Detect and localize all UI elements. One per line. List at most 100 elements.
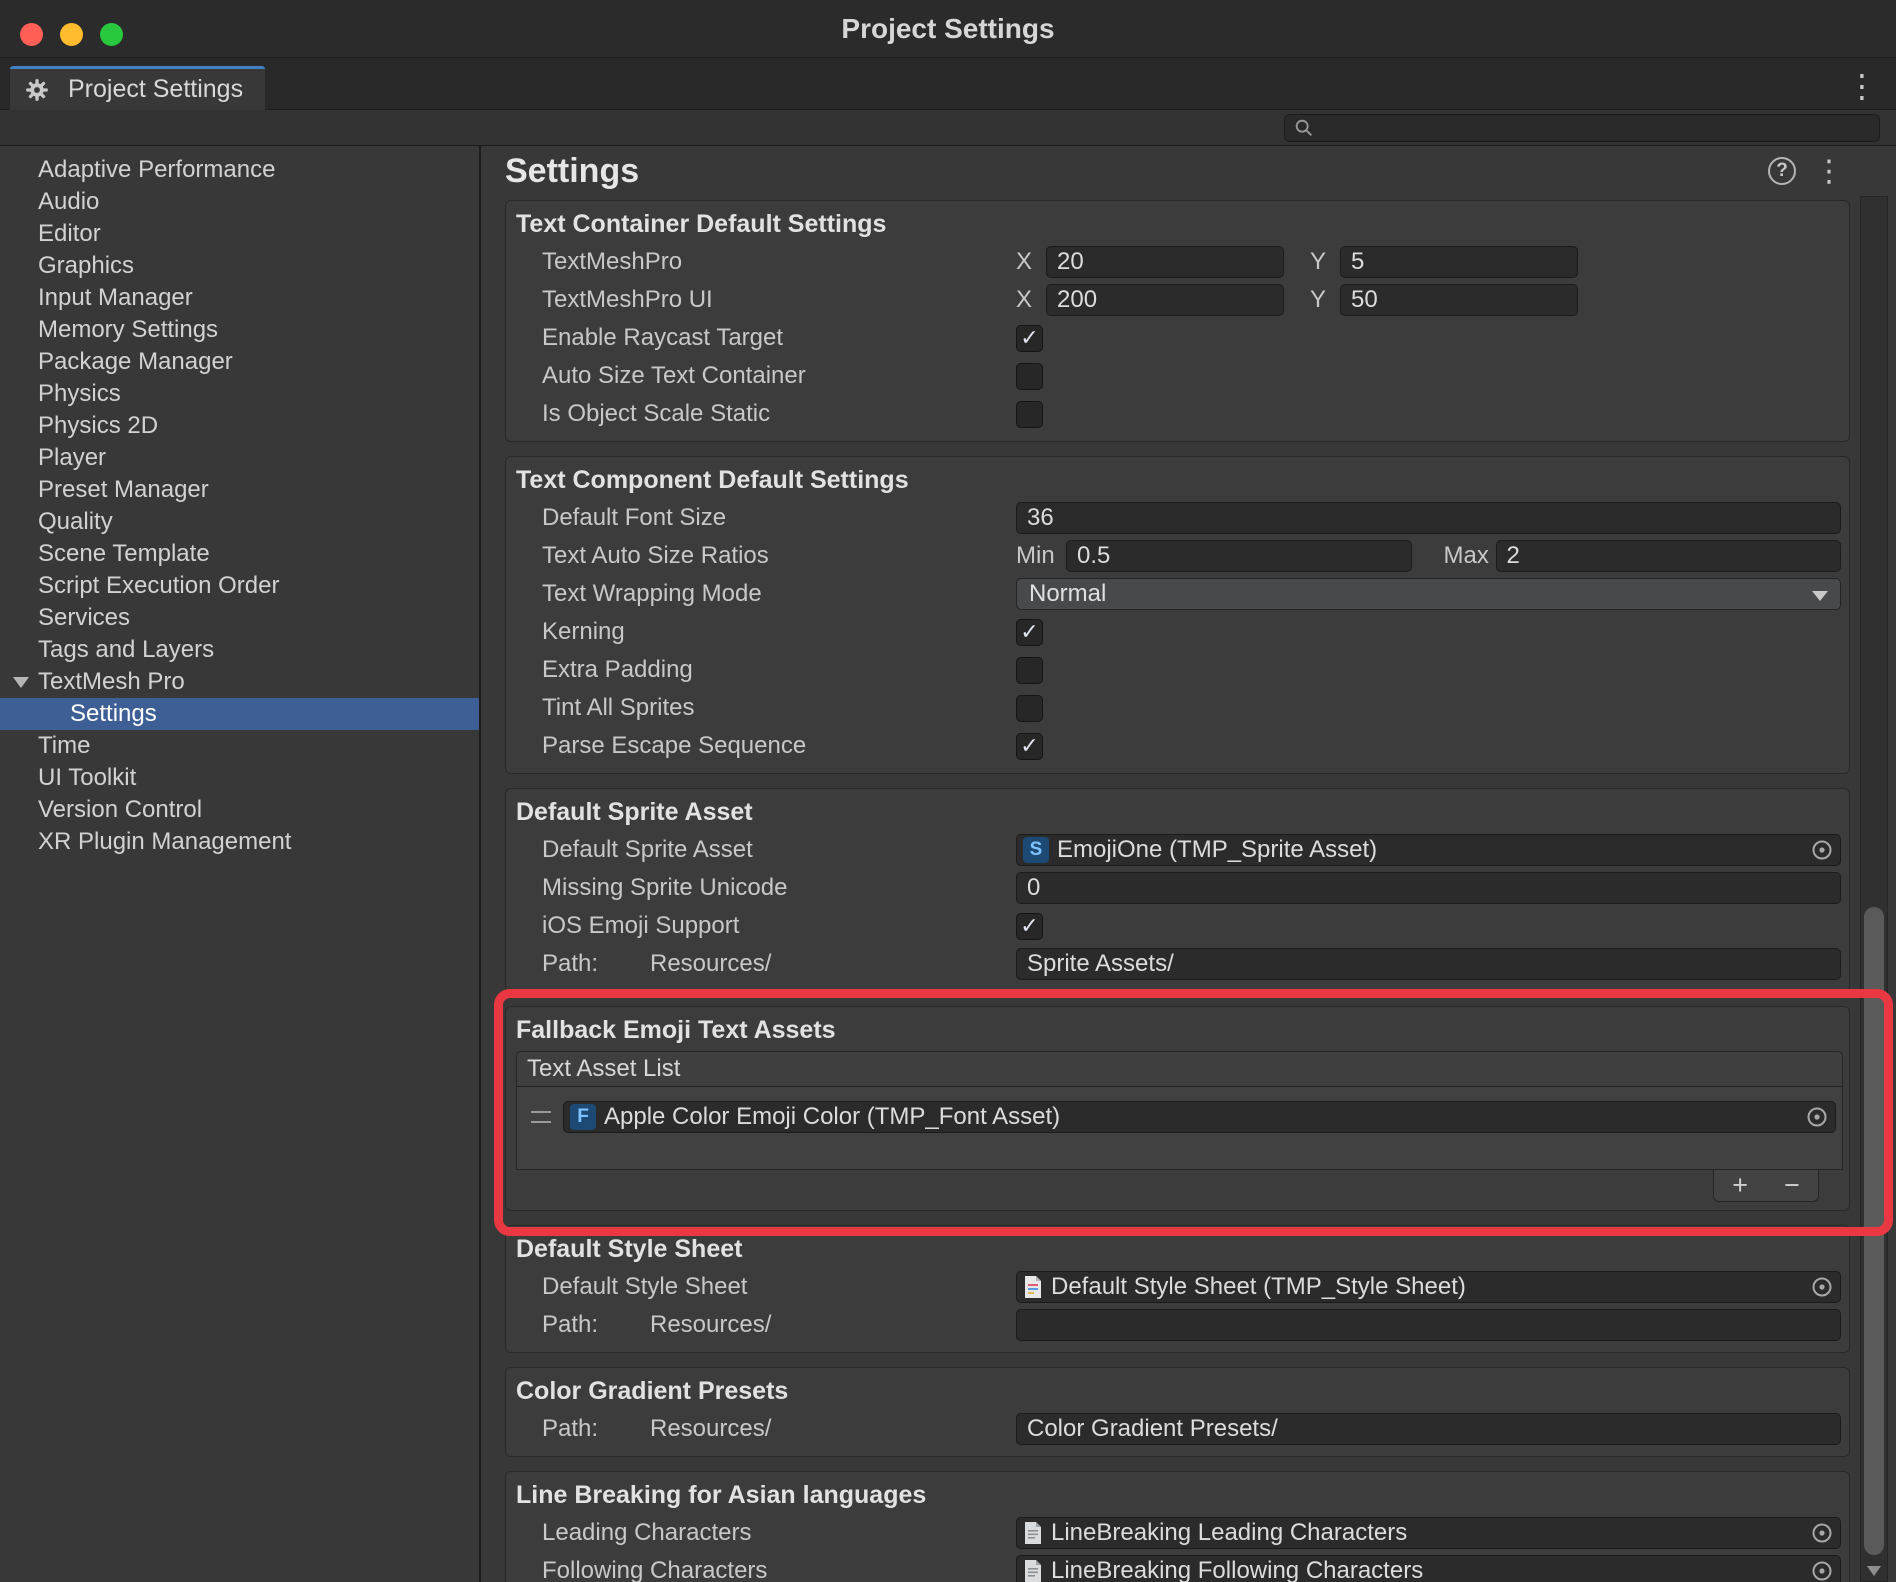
sidebar-item-label: Input Manager: [38, 284, 193, 311]
textmeshpro-x-input[interactable]: 20: [1046, 246, 1284, 278]
kebab-menu-icon[interactable]: ⋮: [1814, 154, 1844, 189]
sidebar-item-player[interactable]: Player: [0, 442, 479, 474]
close-button[interactable]: [20, 23, 43, 46]
list-item[interactable]: F Apple Color Emoji Color (TMP_Font Asse…: [523, 1095, 1836, 1139]
object-field-value: LineBreaking Following Characters: [1051, 1557, 1423, 1582]
resources-label: Resources/: [650, 950, 771, 978]
setting-row-text-auto-size-ratios: Text Auto Size Ratios Min 0.5 Max 2: [506, 537, 1849, 575]
setting-label: Default Style Sheet: [542, 1273, 1016, 1301]
following-characters-field[interactable]: LineBreaking Following Characters: [1016, 1555, 1841, 1582]
sidebar-item-physics-2d[interactable]: Physics 2D: [0, 410, 479, 442]
sidebar-item-services[interactable]: Services: [0, 602, 479, 634]
maximize-button[interactable]: [100, 23, 123, 46]
setting-label: TextMeshPro: [542, 248, 1016, 276]
setting-row-missing-sprite-unicode: Missing Sprite Unicode 0: [506, 869, 1849, 907]
enable-raycast-target-checkbox[interactable]: ✓: [1016, 325, 1043, 352]
ios-emoji-support-checkbox[interactable]: ✓: [1016, 913, 1043, 940]
search-input[interactable]: [1284, 114, 1880, 142]
auto-size-text-container-checkbox[interactable]: [1016, 363, 1043, 390]
auto-size-max-input[interactable]: 2: [1496, 540, 1842, 572]
checkmark-icon: ✓: [1020, 915, 1038, 937]
section-heading: Default Sprite Asset: [506, 793, 1849, 831]
sidebar-item-scene-template[interactable]: Scene Template: [0, 538, 479, 570]
sidebar-item-graphics[interactable]: Graphics: [0, 250, 479, 282]
textmeshpro-ui-x-input[interactable]: 200: [1046, 284, 1284, 316]
object-picker-icon[interactable]: [1797, 1105, 1829, 1129]
checkmark-icon: ✓: [1020, 621, 1038, 643]
textmeshpro-y-input[interactable]: 5: [1340, 246, 1578, 278]
leading-characters-field[interactable]: LineBreaking Leading Characters: [1016, 1517, 1841, 1549]
tab-label: Project Settings: [68, 75, 243, 104]
checkmark-icon: ✓: [1020, 735, 1038, 757]
is-object-scale-static-checkbox[interactable]: [1016, 401, 1043, 428]
sidebar-item-input-manager[interactable]: Input Manager: [0, 282, 479, 314]
setting-label: Kerning: [542, 618, 1016, 646]
sidebar-item-physics[interactable]: Physics: [0, 378, 479, 410]
drag-handle-icon[interactable]: [531, 1111, 551, 1123]
foldout-triangle-icon[interactable]: [13, 677, 29, 688]
tint-all-sprites-checkbox[interactable]: [1016, 695, 1043, 722]
list-header-label: Text Asset List: [527, 1055, 680, 1083]
default-style-sheet-field[interactable]: Default Style Sheet (TMP_Style Sheet): [1016, 1271, 1841, 1303]
object-picker-icon[interactable]: [1802, 1521, 1834, 1545]
setting-row-textmeshpro-ui: TextMeshPro UI X 200 Y 50: [506, 281, 1849, 319]
sidebar-item-label: Settings: [70, 700, 157, 727]
sidebar-item-version-control[interactable]: Version Control: [0, 794, 479, 826]
text-asset-list-header[interactable]: Text Asset List: [516, 1051, 1843, 1087]
fallback-font-asset-field[interactable]: F Apple Color Emoji Color (TMP_Font Asse…: [563, 1101, 1836, 1133]
object-picker-icon[interactable]: [1802, 1275, 1834, 1299]
sidebar-item-tags-and-layers[interactable]: Tags and Layers: [0, 634, 479, 666]
sidebar-item-memory-settings[interactable]: Memory Settings: [0, 314, 479, 346]
sidebar-item-script-execution-order[interactable]: Script Execution Order: [0, 570, 479, 602]
default-font-size-input[interactable]: 36: [1016, 502, 1841, 534]
sidebar-item-label: Graphics: [38, 252, 134, 279]
sidebar-item-ui-toolkit[interactable]: UI Toolkit: [0, 762, 479, 794]
sidebar-item-label: Editor: [38, 220, 101, 247]
sidebar-item-audio[interactable]: Audio: [0, 186, 479, 218]
style-sheet-path-input[interactable]: [1016, 1309, 1841, 1341]
extra-padding-checkbox[interactable]: [1016, 657, 1043, 684]
setting-label: Missing Sprite Unicode: [542, 874, 1016, 902]
sidebar-item-xr-plugin-management[interactable]: XR Plugin Management: [0, 826, 479, 858]
default-sprite-asset-field[interactable]: S EmojiOne (TMP_Sprite Asset): [1016, 834, 1841, 866]
sidebar-item-label: Package Manager: [38, 348, 233, 375]
object-field-value: Default Style Sheet (TMP_Style Sheet): [1051, 1273, 1466, 1301]
x-axis-label: X: [1016, 286, 1046, 314]
add-button[interactable]: +: [1732, 1172, 1748, 1199]
tab-project-settings[interactable]: Project Settings: [10, 66, 265, 110]
sidebar-item-settings[interactable]: Settings: [0, 698, 479, 730]
sidebar-item-adaptive-performance[interactable]: Adaptive Performance: [0, 154, 479, 186]
auto-size-min-input[interactable]: 0.5: [1066, 540, 1412, 572]
kebab-menu-icon[interactable]: ⋮: [1846, 66, 1878, 106]
tab-bar: Project Settings ⋮: [0, 58, 1896, 110]
scroll-down-arrow-icon[interactable]: [1867, 1566, 1881, 1576]
sidebar-item-time[interactable]: Time: [0, 730, 479, 762]
minimize-button[interactable]: [60, 23, 83, 46]
section-heading: Line Breaking for Asian languages: [506, 1476, 1849, 1514]
sidebar-item-quality[interactable]: Quality: [0, 506, 479, 538]
text-wrapping-mode-dropdown[interactable]: Normal: [1016, 578, 1841, 610]
scrollbar-thumb[interactable]: [1864, 907, 1884, 1555]
remove-button[interactable]: −: [1784, 1172, 1800, 1199]
textmeshpro-ui-y-input[interactable]: 50: [1340, 284, 1578, 316]
sprite-asset-icon: S: [1023, 837, 1049, 863]
missing-sprite-unicode-input[interactable]: 0: [1016, 872, 1841, 904]
setting-row-textmeshpro: TextMeshPro X 20 Y 5: [506, 243, 1849, 281]
setting-label: Auto Size Text Container: [542, 362, 1016, 390]
sidebar-item-editor[interactable]: Editor: [0, 218, 479, 250]
vertical-scrollbar[interactable]: [1860, 196, 1888, 1582]
setting-label: Default Font Size: [542, 504, 1016, 532]
sidebar-item-textmesh-pro[interactable]: TextMesh Pro: [0, 666, 479, 698]
sprite-asset-path-input[interactable]: Sprite Assets/: [1016, 948, 1841, 980]
color-gradient-path-input[interactable]: Color Gradient Presets/: [1016, 1413, 1841, 1445]
object-picker-icon[interactable]: [1802, 838, 1834, 862]
parse-escape-sequence-checkbox[interactable]: ✓: [1016, 733, 1043, 760]
object-picker-icon[interactable]: [1802, 1559, 1834, 1582]
help-icon[interactable]: ?: [1768, 157, 1796, 185]
setting-label: Text Auto Size Ratios: [542, 542, 1016, 570]
section-text-container-defaults: Text Container Default Settings TextMesh…: [505, 200, 1850, 442]
kerning-checkbox[interactable]: ✓: [1016, 619, 1043, 646]
min-label: Min: [1016, 542, 1066, 570]
sidebar-item-preset-manager[interactable]: Preset Manager: [0, 474, 479, 506]
sidebar-item-package-manager[interactable]: Package Manager: [0, 346, 479, 378]
